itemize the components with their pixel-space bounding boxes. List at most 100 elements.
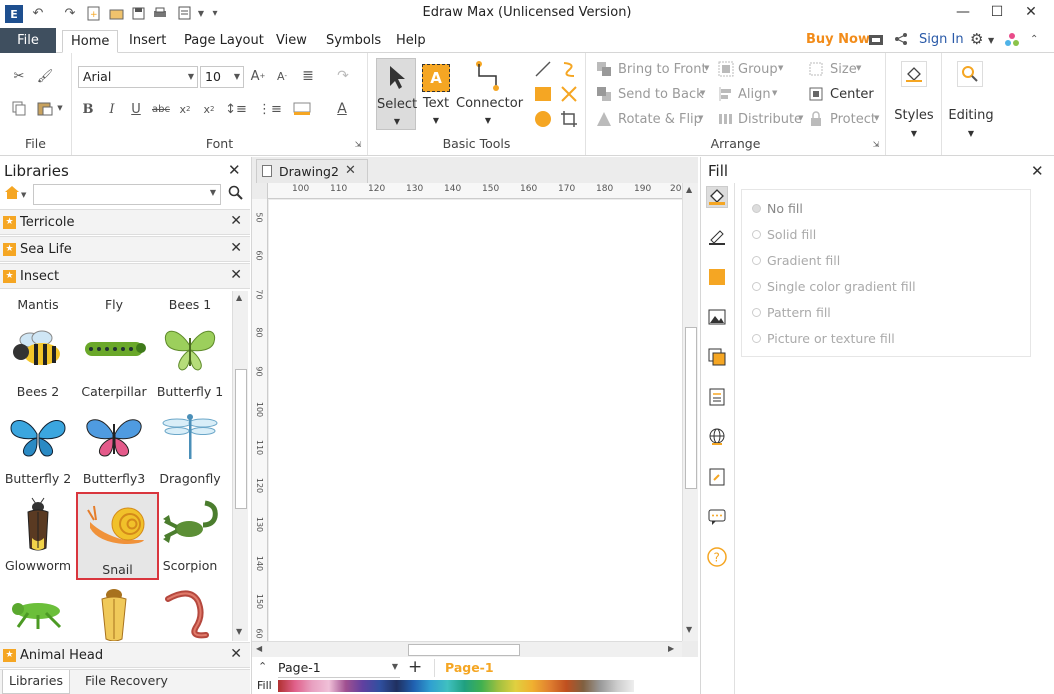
fill-option-single-color-gradient[interactable]: Single color gradient fill (767, 279, 916, 294)
drawing-canvas[interactable] (269, 200, 682, 641)
italic-icon[interactable]: I (104, 100, 120, 118)
tab-view[interactable]: View (268, 30, 315, 53)
tab-file-recovery[interactable]: File Recovery (85, 673, 168, 688)
canvas-scroll-left-icon[interactable]: ◀ (256, 644, 262, 653)
canvas-hscroll-thumb[interactable] (408, 644, 520, 656)
fill-radio-gradient[interactable] (752, 256, 761, 265)
shape-butterfly3[interactable] (76, 405, 152, 467)
distribute-dropdown-icon[interactable]: ▼ (798, 114, 803, 122)
color-palette-strip[interactable] (278, 680, 634, 692)
library-scroll-thumb[interactable] (235, 369, 247, 509)
ribbon-group-styles[interactable]: Styles ▼ (886, 53, 942, 155)
file-menu-tab[interactable]: File (0, 28, 56, 53)
size-button[interactable]: Size (830, 62, 857, 77)
canvas-scroll-up-icon[interactable]: ▲ (686, 185, 692, 194)
settings-gear-icon[interactable]: ⚙ (970, 30, 983, 48)
page-list-icon[interactable] (706, 386, 728, 408)
bullets-icon[interactable]: ⋮≡ (258, 100, 282, 118)
cut-icon[interactable]: ✂ (10, 67, 28, 85)
font-size-select[interactable]: 10 ▼ (200, 66, 244, 88)
shape-butterfly-2[interactable] (0, 405, 76, 467)
fill-option-gradient[interactable]: Gradient fill (767, 253, 840, 268)
fill-radio-picture-texture[interactable] (752, 334, 761, 343)
canvas-horizontal-scrollbar[interactable]: ◀ ▶ (252, 641, 682, 657)
page-selector[interactable]: Page-1 ▼ (278, 660, 400, 678)
align-dropdown-icon[interactable]: ▼ (772, 89, 777, 97)
category-close-icon[interactable]: ✕ (230, 267, 242, 283)
fill-option-picture-texture[interactable]: Picture or texture fill (767, 331, 895, 346)
format-painter-icon[interactable]: 🖌 (36, 67, 54, 85)
rotate-flip-button[interactable]: Rotate & Flip (618, 112, 702, 127)
library-category-terricole[interactable]: ★ Terricole ✕ (0, 209, 250, 235)
underline-icon[interactable]: U (128, 100, 144, 118)
send-to-back-dropdown-icon[interactable]: ▼ (700, 89, 705, 97)
library-home-icon[interactable]: ▼ (4, 185, 30, 203)
shape-scorpion[interactable] (152, 492, 228, 554)
font-color-icon[interactable]: A (330, 100, 354, 118)
libraries-close-icon[interactable]: ✕ (228, 161, 241, 179)
canvas-vscroll-thumb[interactable] (685, 327, 697, 489)
category-close-icon[interactable]: ✕ (230, 240, 242, 256)
line-spacing-icon[interactable]: ↕≡ (224, 100, 248, 118)
copy-icon[interactable] (10, 99, 28, 117)
select-tool-button[interactable]: Select ▼ (376, 58, 417, 130)
highlight-color-icon[interactable] (290, 100, 314, 118)
shape-bees-2[interactable] (0, 318, 76, 380)
text-tool-button[interactable]: A Text ▼ (418, 58, 454, 130)
subscript-icon[interactable]: x2 (176, 100, 194, 118)
protect-button[interactable]: Protect (830, 112, 876, 127)
fill-panel-close-icon[interactable]: ✕ (1031, 162, 1044, 180)
shape-grasshopper[interactable] (0, 582, 76, 642)
rectangle-tool-icon[interactable] (532, 84, 554, 104)
library-category-insect[interactable]: ★ Insect ✕ (0, 263, 250, 289)
fill-radio-pattern[interactable] (752, 308, 761, 317)
protect-dropdown-icon[interactable]: ▼ (874, 114, 879, 122)
paste-dropdown-icon[interactable]: ▼ (56, 103, 64, 113)
add-page-icon[interactable]: + (408, 657, 422, 677)
fill-option-solid[interactable]: Solid fill (767, 227, 816, 242)
shape-cicada[interactable] (76, 582, 152, 642)
shape-caterpillar[interactable] (76, 318, 152, 380)
help-question-icon[interactable]: ? (706, 546, 728, 568)
line-tool-icon[interactable] (532, 59, 554, 79)
group-dropdown-icon[interactable]: ▼ (778, 64, 783, 72)
share-icon[interactable] (894, 32, 908, 50)
paste-icon[interactable] (34, 99, 56, 117)
fill-bucket-icon[interactable] (706, 186, 728, 208)
category-close-icon[interactable]: ✕ (230, 213, 242, 229)
shadow-square-icon[interactable] (706, 266, 728, 288)
cart-icon[interactable] (868, 33, 884, 51)
maximize-icon[interactable]: ☐ (982, 2, 1012, 22)
strikethrough-icon[interactable]: abc (152, 100, 170, 118)
canvas-scroll-down-icon[interactable]: ▼ (686, 625, 692, 634)
fill-option-pattern[interactable]: Pattern fill (767, 305, 831, 320)
minimize-icon[interactable]: — (948, 2, 978, 22)
crop-tool-icon[interactable] (558, 109, 580, 129)
library-scroll-down-icon[interactable]: ▼ (236, 627, 242, 636)
library-scroll-up-icon[interactable]: ▲ (236, 293, 242, 302)
image-icon[interactable] (706, 306, 728, 328)
shape-worm[interactable] (152, 582, 228, 642)
category-close-icon[interactable]: ✕ (230, 646, 242, 662)
document-tab[interactable]: Drawing2 ✕ (256, 159, 368, 183)
bring-to-front-button[interactable]: Bring to Front (618, 62, 707, 77)
superscript-icon[interactable]: x2 (200, 100, 218, 118)
center-button[interactable]: Center (830, 87, 874, 102)
library-category-sea-life[interactable]: ★ Sea Life ✕ (0, 236, 250, 262)
increase-font-icon[interactable]: A + (250, 67, 266, 85)
shape-glowworm[interactable] (0, 492, 76, 558)
page-bar-collapse-icon[interactable]: ⌃ (258, 660, 267, 673)
font-dialog-launcher-icon[interactable]: ⇲ (353, 139, 363, 149)
comment-icon[interactable] (706, 506, 728, 528)
layer-shadow-icon[interactable] (706, 346, 728, 368)
size-dropdown-icon[interactable]: ▼ (856, 64, 861, 72)
document-tab-close-icon[interactable]: ✕ (345, 163, 356, 178)
arc-tool-icon[interactable] (558, 59, 580, 79)
collapse-ribbon-icon[interactable]: ⌃ (1030, 34, 1038, 45)
tab-page-layout[interactable]: Page Layout (176, 30, 272, 53)
theme-icon[interactable] (1004, 32, 1020, 52)
canvas-scroll-right-icon[interactable]: ▶ (668, 644, 674, 653)
close-window-icon[interactable]: ✕ (1016, 2, 1046, 22)
library-search-icon[interactable] (228, 185, 246, 203)
distribute-button[interactable]: Distribute (738, 112, 802, 127)
